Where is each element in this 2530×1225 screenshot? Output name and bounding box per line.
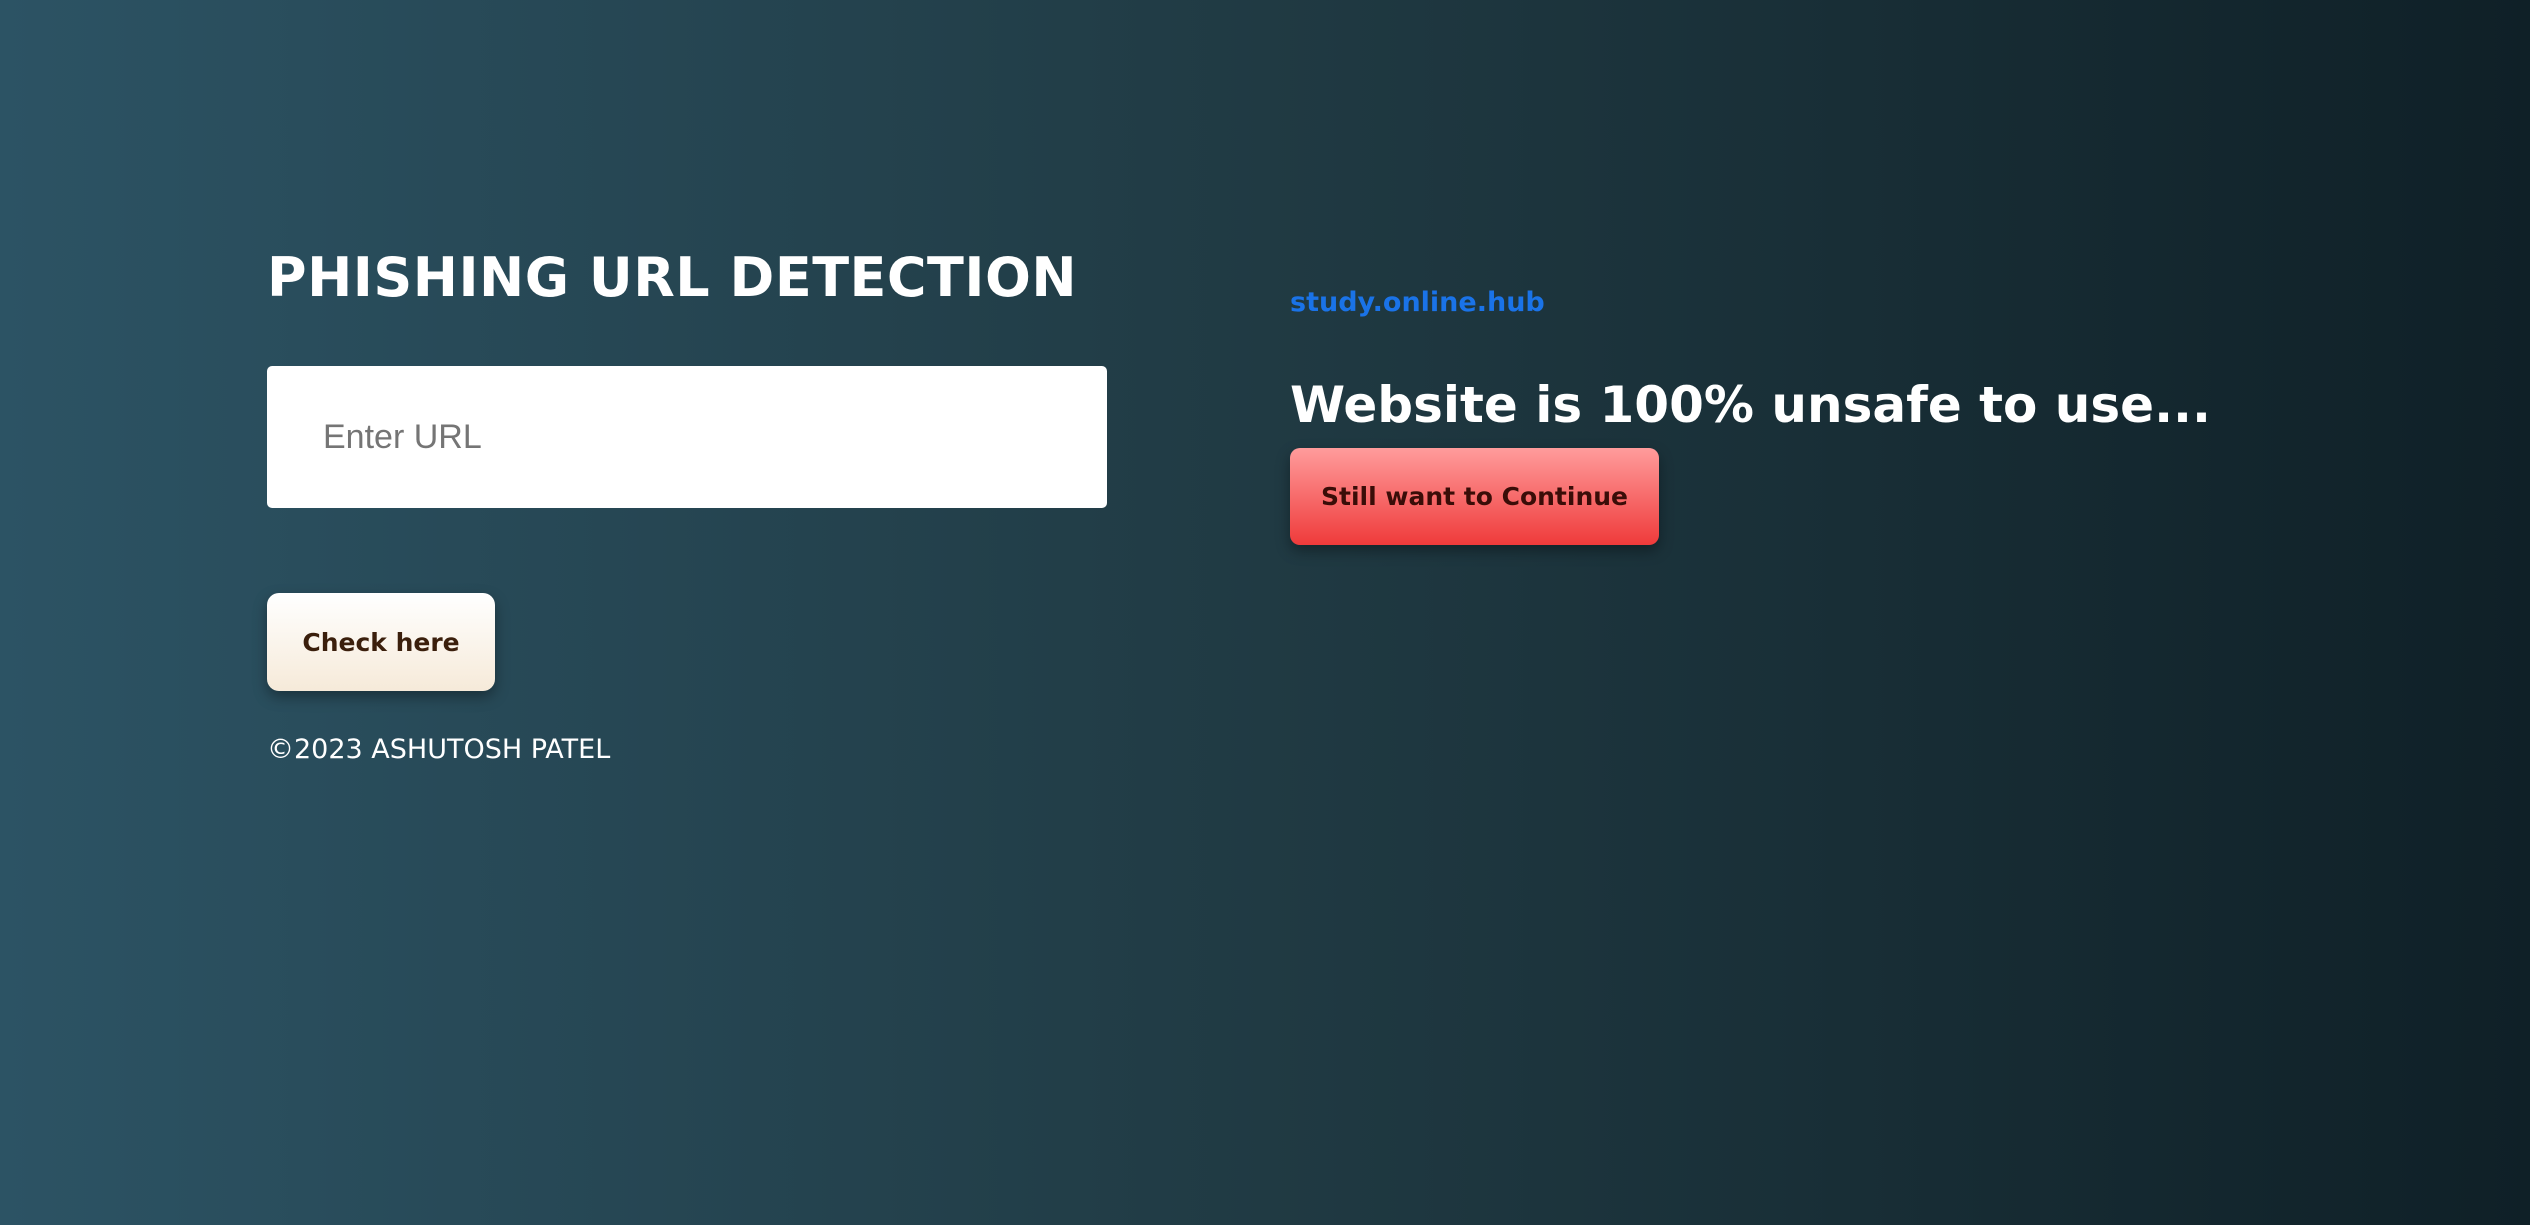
result-panel: study.online.hub Website is 100% unsafe … <box>1290 283 2211 545</box>
continue-button[interactable]: Still want to Continue <box>1290 448 1659 545</box>
detection-form-panel: PHISHING URL DETECTION Check here ©2023 … <box>267 240 1107 765</box>
page-title: PHISHING URL DETECTION <box>267 246 1078 309</box>
verdict-text: Website is 100% unsafe to use... <box>1290 376 2212 434</box>
result-url-link[interactable]: study.online.hub <box>1290 283 2190 323</box>
check-button[interactable]: Check here <box>267 593 495 691</box>
copyright-text: ©2023 ASHUTOSH PATEL <box>267 734 611 765</box>
url-input[interactable] <box>267 366 1107 508</box>
